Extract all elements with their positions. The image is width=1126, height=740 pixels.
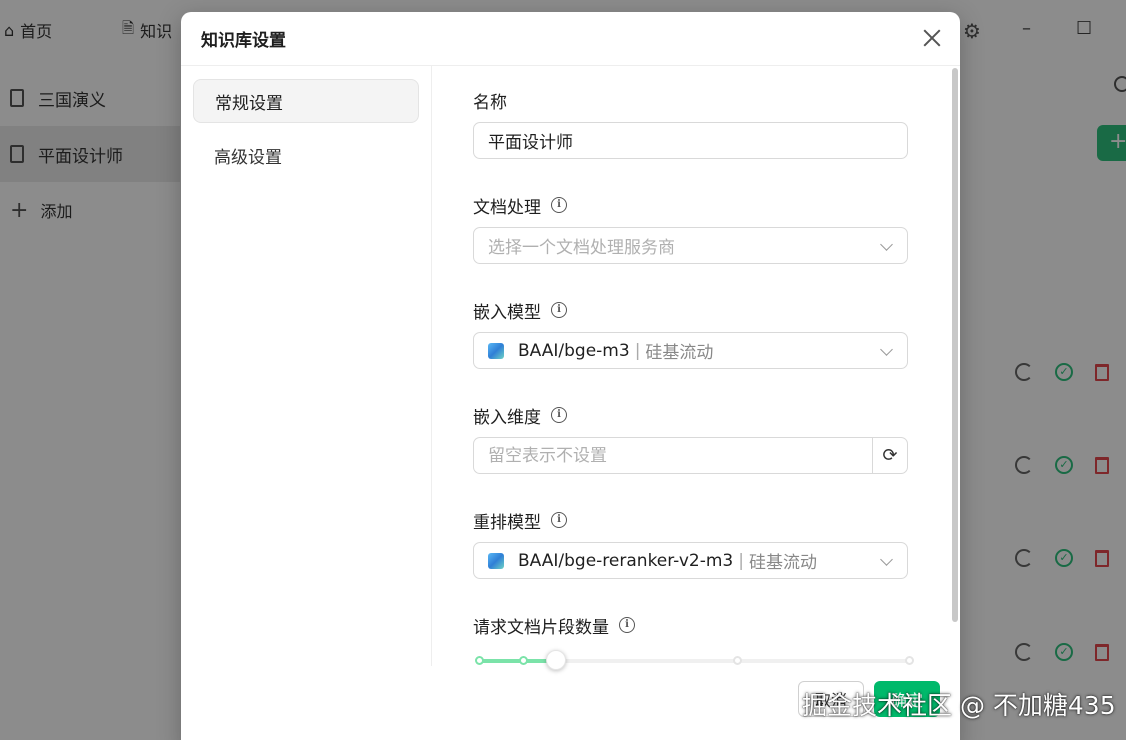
field-name: 名称 xyxy=(473,88,953,193)
model-separator: | xyxy=(738,550,744,571)
model-provider-icon xyxy=(488,342,504,359)
rerank-model-label: 重排模型 xyxy=(473,512,541,533)
refresh-icon: ⟳ xyxy=(882,445,898,466)
chevron-down-icon xyxy=(880,238,893,251)
nav-item-general[interactable]: 常规设置 xyxy=(193,79,419,123)
model-provider: 硅基流动 xyxy=(748,553,817,573)
close-icon[interactable] xyxy=(920,26,944,50)
doc-processing-select[interactable]: 选择一个文档处理服务商 xyxy=(473,227,908,264)
slider-mark[interactable] xyxy=(475,656,484,665)
chunk-count-label: 请求文档片段数量 xyxy=(473,617,609,638)
info-icon[interactable]: i xyxy=(551,197,567,213)
chevron-down-icon xyxy=(880,343,893,356)
nav-item-advanced[interactable]: 高级设置 xyxy=(193,133,419,177)
model-provider: 硅基流动 xyxy=(645,343,714,363)
field-embedding-dim: 嵌入维度 i ⟳ xyxy=(473,403,953,508)
refresh-button[interactable]: ⟳ xyxy=(872,437,908,474)
embedding-dim-label: 嵌入维度 xyxy=(473,407,541,428)
nav-item-label: 常规设置 xyxy=(215,93,283,114)
nav-item-label: 高级设置 xyxy=(214,147,282,168)
kb-settings-modal: 知识库设置 常规设置 高级设置 名称 文档处理 i 选择一个文档处理服务商 xyxy=(181,12,960,740)
modal-header: 知识库设置 xyxy=(181,12,960,66)
chevron-down-icon xyxy=(880,553,893,566)
slider-mark[interactable] xyxy=(905,656,914,665)
info-icon[interactable]: i xyxy=(551,302,567,318)
embedding-dim-input[interactable] xyxy=(473,437,872,474)
model-provider-icon xyxy=(488,552,504,569)
slider-track xyxy=(479,659,556,663)
field-label: 嵌入维度 i xyxy=(473,403,953,428)
slider-mark[interactable] xyxy=(519,656,528,665)
select-placeholder: 选择一个文档处理服务商 xyxy=(488,238,675,258)
info-icon[interactable]: i xyxy=(551,407,567,423)
watermark: 掘金技术社区 @ 不加糖435 xyxy=(802,691,1116,720)
embedding-model-label: 嵌入模型 xyxy=(473,302,541,323)
info-icon[interactable]: i xyxy=(619,617,635,633)
field-embedding-model: 嵌入模型 i BAAI/bge-m3 | 硅基流动 xyxy=(473,298,953,403)
embedding-dim-group: ⟳ xyxy=(473,437,908,474)
field-label: 文档处理 i xyxy=(473,193,953,218)
model-name: BAAI/bge-m3 xyxy=(518,340,630,361)
name-label: 名称 xyxy=(473,92,507,113)
field-label: 嵌入模型 i xyxy=(473,298,953,323)
field-doc-processing: 文档处理 i 选择一个文档处理服务商 xyxy=(473,193,953,298)
field-label: 重排模型 i xyxy=(473,508,953,533)
doc-processing-label: 文档处理 xyxy=(473,197,541,218)
scrollbar[interactable] xyxy=(952,68,958,622)
embedding-model-select[interactable]: BAAI/bge-m3 | 硅基流动 xyxy=(473,332,908,369)
field-label: 请求文档片段数量 i xyxy=(473,613,953,638)
info-icon[interactable]: i xyxy=(551,512,567,528)
field-label: 名称 xyxy=(473,88,953,113)
rerank-model-select[interactable]: BAAI/bge-reranker-v2-m3 | 硅基流动 xyxy=(473,542,908,579)
model-separator: | xyxy=(634,340,641,361)
modal-title: 知识库设置 xyxy=(201,31,286,51)
model-name: BAAI/bge-reranker-v2-m3 xyxy=(518,550,734,571)
name-input[interactable] xyxy=(473,122,908,159)
slider-mark[interactable] xyxy=(733,656,742,665)
settings-nav: 常规设置 高级设置 xyxy=(181,66,432,666)
field-rerank-model: 重排模型 i BAAI/bge-reranker-v2-m3 | 硅基流动 xyxy=(473,508,953,613)
field-chunk-count: 请求文档片段数量 i xyxy=(473,613,953,671)
settings-form: 名称 文档处理 i 选择一个文档处理服务商 嵌入模型 i BAAI/bge-m xyxy=(433,66,953,670)
